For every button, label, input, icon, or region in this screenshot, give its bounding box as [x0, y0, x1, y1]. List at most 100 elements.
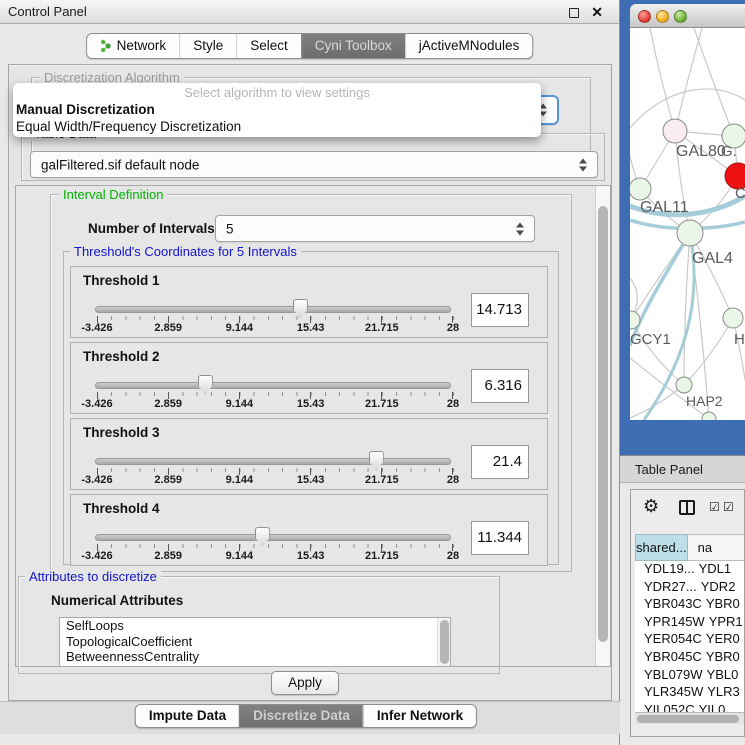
checkbox-icon[interactable]: ☑	[723, 500, 734, 514]
column-header-name[interactable]: na	[688, 534, 744, 561]
tick-label: 9.144	[226, 398, 254, 410]
network-node[interactable]	[630, 178, 651, 200]
cell-shared-name[interactable]: YDL19...	[635, 561, 695, 579]
apply-button[interactable]: Apply	[271, 671, 339, 695]
tab-select[interactable]: Select	[236, 34, 301, 58]
cell-name[interactable]: YBR0	[702, 649, 744, 667]
table-row[interactable]: YBL079WYBL0	[635, 667, 744, 685]
network-edge[interactable]	[650, 28, 675, 131]
table-row[interactable]: YBR043CYBR0	[635, 596, 744, 614]
network-edge[interactable]	[675, 28, 702, 131]
gear-icon[interactable]: ⚙	[643, 496, 659, 517]
cell-shared-name[interactable]: YIL052C	[635, 702, 695, 712]
interval-definition-group: Interval Definition Number of Intervals …	[50, 194, 572, 572]
slider-track[interactable]	[95, 534, 451, 541]
threshold-value-field[interactable]: 11.344	[471, 521, 529, 555]
vertical-scrollbar-thumb[interactable]	[598, 206, 608, 642]
slider-track[interactable]	[95, 458, 451, 465]
network-edge[interactable]	[630, 358, 709, 419]
network-node[interactable]	[677, 220, 703, 246]
tab-infer-network[interactable]: Infer Network	[363, 705, 476, 727]
tick-label: 21.715	[365, 322, 399, 334]
threshold-value-field[interactable]: 21.4	[471, 445, 529, 479]
attributes-listbox[interactable]: SelfLoopsTopologicalCoefficientBetweenne…	[59, 617, 451, 667]
horizontal-scrollbar[interactable]	[635, 712, 744, 724]
column-header-shared-name[interactable]: shared...	[635, 534, 688, 561]
tab-network[interactable]: Network	[87, 34, 180, 58]
algorithm-option-manual-discretization[interactable]: Manual Discretization	[13, 101, 541, 118]
network-window: GAL80G.CGAL11GAL4GCY1HHAP2	[620, 0, 745, 455]
tab-cyni-toolbox[interactable]: Cyni Toolbox	[301, 34, 405, 58]
cell-shared-name[interactable]: YER054C	[635, 631, 702, 649]
number-of-intervals-combo[interactable]: 5	[215, 215, 535, 242]
vertical-scrollbar[interactable]	[595, 186, 610, 666]
slider-track[interactable]	[95, 382, 451, 389]
tab-style[interactable]: Style	[179, 34, 236, 58]
table-row[interactable]: YPR145WYPR1	[635, 614, 744, 632]
network-node[interactable]	[723, 308, 743, 328]
network-canvas[interactable]: GAL80G.CGAL11GAL4GCY1HHAP2	[630, 28, 745, 420]
attributes-group-label: Attributes to discretize	[25, 569, 161, 584]
network-edge[interactable]	[684, 318, 733, 385]
tick-label: 21.715	[365, 550, 399, 562]
network-edge[interactable]	[694, 28, 734, 136]
zoom-window-button[interactable]	[674, 10, 687, 23]
tick-label: 15.43	[297, 550, 325, 562]
float-panel-icon[interactable]	[569, 8, 579, 18]
cell-shared-name[interactable]: YBR045C	[635, 649, 702, 667]
cell-name[interactable]: YDR2	[697, 579, 744, 597]
table-panel-bar: Table Panel	[620, 455, 745, 483]
algorithm-dropdown-popup: Select algorithm to view settings Manual…	[13, 83, 541, 137]
threshold-value-field[interactable]: 6.316	[471, 369, 529, 403]
minimize-window-button[interactable]	[656, 10, 669, 23]
close-window-button[interactable]	[638, 10, 651, 23]
network-node[interactable]	[676, 377, 692, 393]
network-node[interactable]	[663, 119, 687, 143]
cell-shared-name[interactable]: YBL079W	[635, 667, 703, 685]
cell-name[interactable]: YBL0	[703, 667, 744, 685]
columns-icon[interactable]	[679, 500, 695, 515]
network-edge[interactable]	[684, 233, 690, 385]
table-row[interactable]: YER054CYER0	[635, 631, 744, 649]
list-scrollbar-thumb[interactable]	[440, 620, 449, 664]
network-edge[interactable]	[631, 320, 684, 385]
cell-shared-name[interactable]: YBR043C	[635, 596, 702, 614]
table-row[interactable]: YIL052CYIL0	[635, 702, 744, 712]
network-edge[interactable]	[690, 233, 733, 318]
table-row[interactable]: YBR045CYBR0	[635, 649, 744, 667]
tab-impute-data[interactable]: Impute Data	[136, 705, 239, 727]
table-row[interactable]: YDL19...YDL1	[635, 561, 744, 579]
checkbox-icon[interactable]: ☑	[709, 500, 720, 514]
network-window-titlebar[interactable]	[630, 4, 745, 28]
cell-shared-name[interactable]: YLR345W	[635, 684, 703, 702]
attribute-item-betweennesscentrality[interactable]: BetweennessCentrality	[60, 649, 450, 665]
slider-track[interactable]	[95, 306, 451, 313]
cell-name[interactable]: YER0	[702, 631, 744, 649]
cell-name[interactable]: YBR0	[702, 596, 744, 614]
threshold-value-field[interactable]: 14.713	[471, 293, 529, 327]
cell-shared-name[interactable]: YPR145W	[635, 614, 705, 632]
tick-label: 2.859	[154, 398, 182, 410]
table-row[interactable]: YDR27...YDR2	[635, 579, 744, 597]
tab-jactivemnodules[interactable]: jActiveMNodules	[405, 34, 533, 58]
network-edge-highlighted[interactable]	[630, 233, 690, 346]
close-panel-icon[interactable]: ✕	[591, 3, 603, 21]
cell-name[interactable]: YDL1	[695, 561, 744, 579]
tab-discretize-data[interactable]: Discretize Data	[239, 705, 363, 727]
attribute-item-topologicalcoefficient[interactable]: TopologicalCoefficient	[60, 634, 450, 650]
cell-name[interactable]: YPR1	[705, 614, 744, 632]
list-scrollbar[interactable]	[437, 618, 450, 666]
table-row[interactable]: YLR345WYLR3	[635, 684, 744, 702]
threshold-label: Threshold 4	[83, 501, 160, 516]
network-edge[interactable]	[630, 89, 745, 128]
algorithm-option-equal-width-frequency-discretization[interactable]: Equal Width/Frequency Discretization	[13, 118, 541, 135]
horizontal-scrollbar-thumb[interactable]	[637, 715, 739, 723]
threshold-label: Threshold 3	[83, 425, 160, 440]
table-data-combo[interactable]: galFiltered.sif default node	[30, 151, 598, 178]
cell-name[interactable]: YIL0	[695, 702, 744, 712]
content-box: Discretization Algorithm Select algorith…	[8, 64, 612, 701]
cell-name[interactable]: YLR3	[703, 684, 744, 702]
cell-shared-name[interactable]: YDR27...	[635, 579, 697, 597]
attribute-item-selfloops[interactable]: SelfLoops	[60, 618, 450, 634]
network-node[interactable]	[702, 412, 716, 420]
